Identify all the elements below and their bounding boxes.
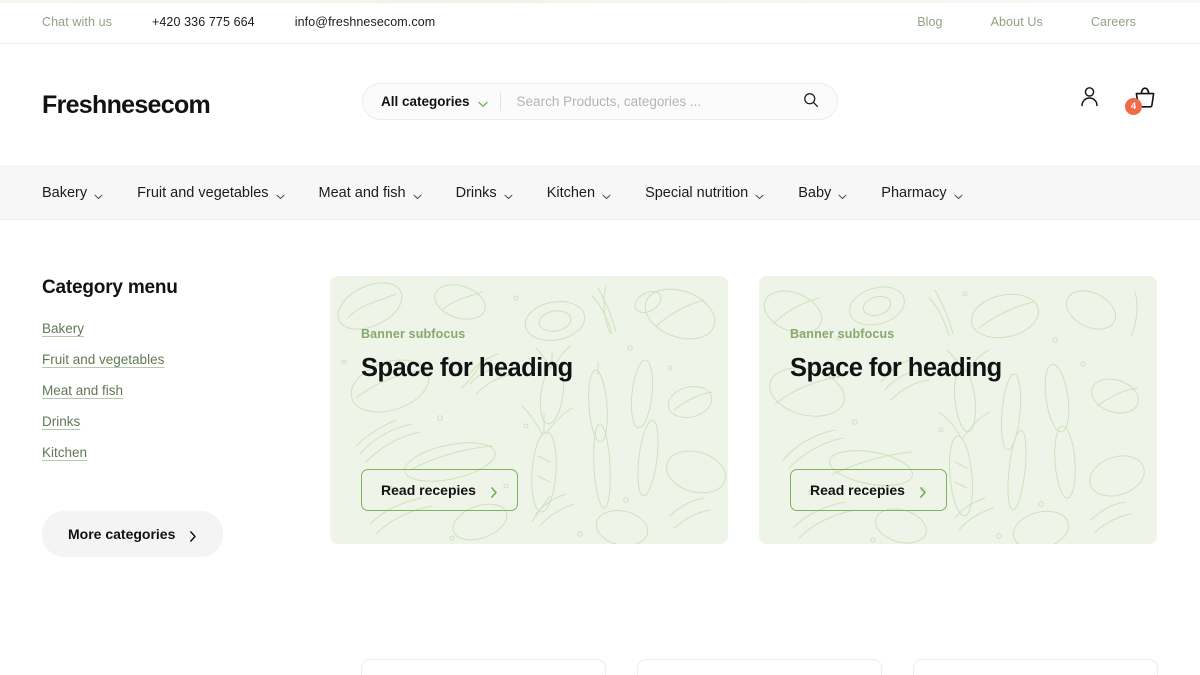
phone-number[interactable]: +420 336 775 664 (152, 15, 255, 29)
nav-item-pharmacy[interactable]: Pharmacy (881, 185, 963, 201)
chevron-down-icon (94, 188, 103, 199)
chevron-down-icon (477, 96, 488, 107)
nav-item-kitchen[interactable]: Kitchen (546, 185, 611, 201)
chevron-down-icon (276, 188, 284, 199)
sidebar-item-bakery[interactable]: Bakery (42, 321, 84, 336)
nav-item-bakery[interactable]: Bakery (42, 185, 103, 201)
sidebar-heading: Category menu (42, 277, 178, 298)
search-bar: All categories (362, 83, 838, 120)
read-recepies-button[interactable]: Read recepies (361, 469, 518, 511)
next-section-peek (0, 651, 1200, 675)
product-card-peek[interactable] (637, 659, 882, 675)
banner-content: Banner subfocus Space for heading Read r… (759, 276, 1157, 544)
read-recepies-button[interactable]: Read recepies (790, 469, 947, 511)
sidebar-item-kitchen[interactable]: Kitchen (42, 445, 87, 460)
nav-label: Special nutrition (645, 185, 749, 201)
nav-label: Baby (798, 185, 832, 201)
page-root: Chat with us +420 336 775 664 info@fresh… (0, 0, 1200, 675)
cart-button[interactable]: 4 (1125, 86, 1158, 115)
chevron-down-icon (504, 188, 513, 199)
chat-with-us-link[interactable]: Chat with us (42, 15, 112, 29)
nav-item-special-nutrition[interactable]: Special nutrition (645, 185, 764, 201)
topbar-link-about-us[interactable]: About Us (991, 15, 1043, 29)
banner-heading: Space for heading (361, 354, 573, 382)
nav-label: Kitchen (546, 185, 596, 201)
top-utility-bar: Chat with us +420 336 775 664 info@fresh… (0, 0, 1200, 44)
topbar-link-blog[interactable]: Blog (917, 15, 942, 29)
promo-banner-group: Banner subfocus Space for heading Read r… (330, 275, 1157, 675)
category-dropdown[interactable]: All categories (381, 94, 488, 109)
sidebar-item-fruit-and-vegetables[interactable]: Fruit and vegetables (42, 352, 164, 367)
banner-content: Banner subfocus Space for heading Read r… (330, 276, 728, 544)
nav-label: Fruit and vegetables (137, 185, 269, 201)
nav-item-baby[interactable]: Baby (798, 185, 847, 201)
topbar-link-careers[interactable]: Careers (1091, 15, 1136, 29)
chevron-right-icon (188, 529, 197, 542)
search-icon (803, 92, 819, 111)
main-navigation: Bakery Fruit and vegetables Meat and fis… (0, 166, 1200, 220)
read-recepies-label: Read recepies (381, 482, 476, 498)
nav-label: Drinks (455, 185, 497, 201)
search-divider (499, 92, 501, 111)
nav-item-meat-and-fish[interactable]: Meat and fish (318, 185, 422, 201)
cart-count-badge: 4 (1125, 98, 1142, 115)
sidebar-item-drinks[interactable]: Drinks (42, 414, 80, 429)
user-icon (1079, 85, 1100, 113)
read-recepies-label: Read recepies (810, 482, 905, 498)
category-sidebar: Category menu Bakery Fruit and vegetable… (42, 275, 330, 675)
banner-subfocus: Banner subfocus (790, 327, 895, 341)
nav-item-drinks[interactable]: Drinks (455, 185, 513, 201)
topbar-links-group: Blog About Us Careers (917, 15, 1158, 29)
chevron-down-icon (602, 188, 611, 199)
chevron-down-icon (413, 188, 422, 199)
account-button[interactable] (1076, 86, 1102, 112)
banner-subfocus: Banner subfocus (361, 327, 466, 341)
search-button[interactable] (801, 92, 821, 112)
chevron-right-icon (490, 485, 498, 498)
main-content: Category menu Bakery Fruit and vegetable… (0, 220, 1200, 675)
product-card-peek[interactable] (361, 659, 606, 675)
site-logo[interactable]: Freshnesecom (42, 91, 211, 120)
more-categories-label: More categories (68, 526, 176, 542)
search-input[interactable] (516, 94, 801, 109)
topbar-contact-group: Chat with us +420 336 775 664 info@fresh… (42, 15, 435, 29)
nav-label: Bakery (42, 185, 88, 201)
chevron-down-icon (755, 188, 764, 199)
header-actions: 4 (1076, 86, 1158, 115)
nav-label: Pharmacy (881, 185, 947, 201)
chevron-right-icon (919, 485, 927, 498)
email-address[interactable]: info@freshnesecom.com (295, 15, 436, 29)
category-dropdown-label: All categories (381, 94, 470, 109)
promo-banner-1[interactable]: Banner subfocus Space for heading Read r… (330, 276, 728, 544)
nav-label: Meat and fish (318, 185, 406, 201)
more-categories-button[interactable]: More categories (42, 511, 224, 557)
chevron-down-icon (954, 188, 963, 199)
product-card-peek[interactable] (913, 659, 1158, 675)
banner-heading: Space for heading (790, 354, 1002, 382)
nav-item-fruit-and-vegetables[interactable]: Fruit and vegetables (137, 185, 284, 201)
promo-banner-2[interactable]: Banner subfocus Space for heading Read r… (759, 276, 1157, 544)
sidebar-item-meat-and-fish[interactable]: Meat and fish (42, 383, 123, 398)
chevron-down-icon (838, 188, 847, 199)
